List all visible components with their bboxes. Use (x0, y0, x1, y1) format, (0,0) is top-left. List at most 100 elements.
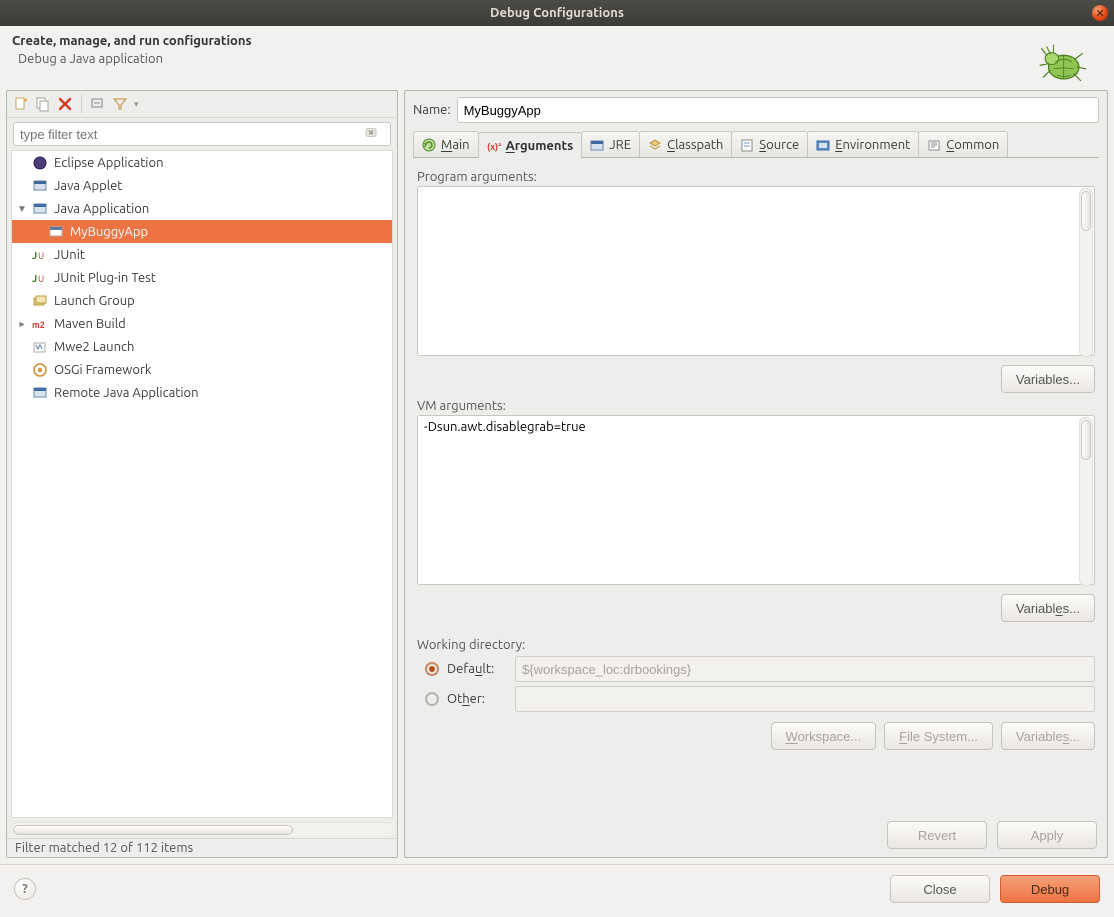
apply-button[interactable]: Apply (997, 821, 1097, 849)
program-args-variables-button[interactable]: Variables... (1001, 365, 1095, 393)
tree-item-icon (32, 201, 48, 217)
tree-item-label: Java Application (54, 202, 149, 216)
svg-text:U: U (38, 251, 44, 261)
tree-h-scrollbar[interactable] (11, 822, 393, 836)
tree-item[interactable]: MyBuggyApp (12, 220, 392, 243)
vm-args-textarea[interactable] (417, 415, 1095, 585)
close-icon[interactable] (1092, 5, 1108, 21)
tab-label: JRE (609, 138, 631, 152)
tab-classpath[interactable]: Classpath (639, 131, 732, 157)
tree-item[interactable]: OSGi Framework (12, 358, 392, 381)
tree-item-icon (32, 155, 48, 171)
tree-item-icon (32, 362, 48, 378)
filter-input[interactable] (13, 122, 391, 146)
tab-label: Source (759, 138, 799, 152)
tree-item-icon (32, 178, 48, 194)
tab-icon: (x)= (487, 139, 501, 153)
tree-item-label: Launch Group (54, 294, 135, 308)
working-dir-label: Working directory: (417, 638, 1095, 652)
vm-args-variables-button[interactable]: Variables... (1001, 594, 1095, 622)
tree-item-icon (32, 385, 48, 401)
other-dir-input (515, 686, 1095, 712)
svg-text:J: J (32, 273, 37, 284)
svg-text:U: U (38, 274, 44, 284)
default-dir-input (515, 656, 1095, 682)
expand-icon[interactable]: ▸ (16, 318, 28, 330)
tab-common[interactable]: Common (918, 131, 1008, 157)
tree-item-icon (32, 339, 48, 355)
left-toolbar: ▾ (7, 91, 397, 118)
file-system-button[interactable]: File System... (884, 722, 993, 750)
window-title: Debug Configurations (490, 6, 624, 20)
bug-icon (1034, 40, 1090, 84)
config-tree[interactable]: Eclipse Application Java Applet ▼ Java Appl… (11, 150, 393, 818)
header-subtitle: Debug a Java application (18, 52, 1034, 66)
toolbar-separator (81, 95, 82, 113)
filter-status: Filter matched 12 of 112 items (7, 838, 397, 857)
tree-item-label: JUnit (54, 248, 85, 262)
tree-item-icon: JU (32, 247, 48, 263)
tree-item[interactable]: Launch Group (12, 289, 392, 312)
tab-arguments[interactable]: (x)=Arguments (478, 132, 583, 158)
tree-item-label: MyBuggyApp (70, 225, 148, 239)
titlebar: Debug Configurations (0, 0, 1114, 26)
close-button[interactable]: Close (890, 875, 990, 903)
default-radio[interactable] (425, 662, 439, 676)
new-config-icon[interactable] (13, 96, 29, 112)
delete-config-icon[interactable] (57, 96, 73, 112)
tree-item[interactable]: Java Applet (12, 174, 392, 197)
tab-label: Common (946, 138, 999, 152)
filter-menu-dropdown-icon[interactable]: ▾ (134, 99, 139, 110)
other-radio[interactable] (425, 692, 439, 706)
tab-jre[interactable]: JRE (581, 131, 640, 157)
svg-text:J: J (32, 250, 37, 261)
svg-text:(x): (x) (487, 142, 498, 152)
tree-item-label: Eclipse Application (54, 156, 164, 170)
tab-label: Environment (835, 138, 910, 152)
tree-item[interactable]: Eclipse Application (12, 151, 392, 174)
tab-label: Main (441, 138, 470, 152)
tree-item[interactable]: JU JUnit (12, 243, 392, 266)
tab-row: Main (x)=Arguments JRE Classpath Source Envir… (413, 131, 1099, 158)
svg-text:=: = (498, 141, 501, 149)
expand-icon[interactable]: ▼ (16, 203, 28, 215)
name-input[interactable] (457, 97, 1099, 123)
header-title: Create, manage, and run configurations (12, 34, 1034, 48)
tab-icon (816, 138, 830, 152)
tree-item[interactable]: ▼ Java Application (12, 197, 392, 220)
program-args-scrollbar[interactable] (1079, 188, 1093, 357)
program-args-label: Program arguments: (417, 170, 1095, 184)
debug-button[interactable]: Debug (1000, 875, 1100, 903)
tree-item-label: Java Applet (54, 179, 122, 193)
collapse-all-icon[interactable] (90, 96, 106, 112)
tab-label: Classpath (667, 138, 723, 152)
tree-item[interactable]: JU JUnit Plug-in Test (12, 266, 392, 289)
header: Create, manage, and run configurations D… (0, 26, 1114, 84)
filter-row (13, 122, 391, 146)
tab-main[interactable]: Main (413, 131, 479, 157)
revert-button[interactable]: Revert (887, 821, 987, 849)
left-panel: ▾ Eclipse Application Java Applet ▼ Java Ap… (6, 90, 398, 858)
tree-item[interactable]: ▸ m2 Maven Build (12, 312, 392, 335)
workdir-variables-button[interactable]: Variables... (1001, 722, 1095, 750)
program-args-textarea[interactable] (417, 186, 1095, 356)
tree-item-label: Remote Java Application (54, 386, 199, 400)
tab-icon (648, 138, 662, 152)
tree-item-icon: m2 (32, 316, 48, 332)
tree-item[interactable]: Mwe2 Launch (12, 335, 392, 358)
tree-item-icon (48, 224, 64, 240)
tree-item-label: Maven Build (54, 317, 126, 331)
filter-icon[interactable] (112, 96, 128, 112)
tab-environment[interactable]: Environment (807, 131, 919, 157)
vm-args-scrollbar[interactable] (1079, 417, 1093, 586)
tree-item-label: JUnit Plug-in Test (54, 271, 156, 285)
tree-item[interactable]: Remote Java Application (12, 381, 392, 404)
tab-icon (590, 138, 604, 152)
duplicate-config-icon[interactable] (35, 96, 51, 112)
tab-source[interactable]: Source (731, 131, 808, 157)
name-label: Name: (413, 103, 451, 117)
help-icon[interactable]: ? (14, 878, 36, 900)
clear-filter-icon[interactable] (365, 126, 379, 143)
tree-item-label: OSGi Framework (54, 363, 151, 377)
workspace-button[interactable]: Workspace... (771, 722, 877, 750)
